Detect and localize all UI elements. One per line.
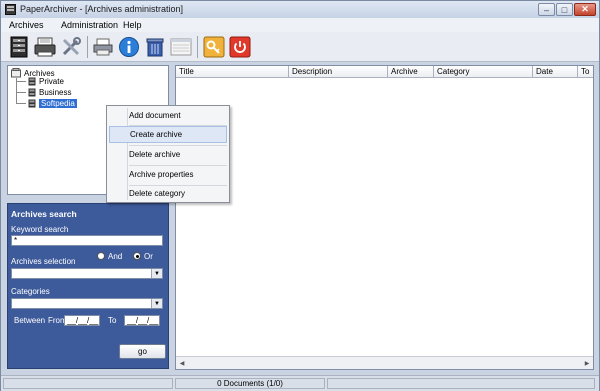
- tree-label: Business: [39, 88, 72, 97]
- archives-search-panel: Archives search Keyword search * Archive…: [7, 203, 169, 369]
- archives-root-icon: [11, 68, 21, 78]
- menu-item-add-document[interactable]: Add document: [109, 107, 227, 124]
- status-bar: 0 Documents (1/0): [1, 375, 599, 391]
- menu-item-archive-properties[interactable]: Archive properties: [109, 166, 227, 183]
- tree-item-business[interactable]: Business: [28, 88, 71, 97]
- tree-label: Private: [39, 77, 64, 86]
- scroll-right-icon[interactable]: ▶: [582, 358, 592, 368]
- recycle-bin-button[interactable]: [143, 35, 167, 59]
- title-bar[interactable]: PaperArchiver - [Archives administration…: [1, 1, 599, 19]
- keyword-label: Keyword search: [11, 225, 69, 234]
- exit-button[interactable]: [228, 35, 252, 59]
- horizontal-scrollbar[interactable]: ◀ ▶: [176, 356, 593, 369]
- column-header-to[interactable]: To: [578, 66, 593, 78]
- print-button[interactable]: [91, 35, 115, 59]
- toolbar: [1, 32, 599, 62]
- archive-cabinet-icon: [28, 99, 36, 108]
- toolbar-separator: [197, 36, 198, 58]
- tools-icon: [62, 37, 81, 56]
- or-label: Or: [144, 252, 153, 261]
- menu-administration[interactable]: Administration: [61, 20, 118, 30]
- tree-connector: [16, 81, 26, 82]
- keyword-search-input[interactable]: *: [11, 235, 163, 246]
- categories-label: Categories: [11, 287, 50, 296]
- between-label: Between: [14, 316, 46, 325]
- tools-button[interactable]: [59, 35, 83, 59]
- column-header-category[interactable]: Category: [434, 66, 533, 78]
- app-icon: [5, 4, 16, 15]
- app-window: PaperArchiver - [Archives administration…: [0, 0, 600, 391]
- status-cell: [3, 378, 173, 389]
- chevron-down-icon: ▼: [151, 299, 162, 308]
- go-button[interactable]: go: [119, 344, 166, 359]
- close-button[interactable]: ✕: [574, 3, 596, 16]
- key-button[interactable]: [202, 35, 226, 59]
- tree-item-private[interactable]: Private: [28, 77, 64, 86]
- context-menu: Add document Create archive Delete archi…: [106, 105, 230, 203]
- column-header-archive[interactable]: Archive: [388, 66, 434, 78]
- recycle-bin-icon: [146, 38, 164, 57]
- archives-selection-label: Archives selection: [11, 257, 76, 266]
- status-cell: [327, 378, 595, 389]
- or-radio[interactable]: [133, 252, 141, 260]
- tree-label-selected: Softpedia: [39, 99, 77, 108]
- categories-dropdown[interactable]: ▼: [11, 298, 163, 309]
- archives-tree-button[interactable]: [7, 35, 31, 59]
- chevron-down-icon: ▼: [151, 269, 162, 278]
- archive-cabinet-icon: [28, 77, 36, 86]
- minimize-icon: –: [543, 4, 549, 15]
- menu-item-create-archive[interactable]: Create archive: [109, 126, 227, 143]
- archives-tree-icon: [10, 36, 28, 58]
- info-button[interactable]: [117, 35, 141, 59]
- tree-item-softpedia[interactable]: Softpedia: [28, 99, 77, 108]
- to-label: To: [108, 316, 117, 325]
- status-text: 0 Documents (1/0): [217, 379, 283, 388]
- to-date-input[interactable]: __/__/__: [124, 315, 160, 326]
- scanner-icon: [34, 37, 56, 57]
- window-title: PaperArchiver - [Archives administration…: [20, 4, 184, 14]
- archive-cabinet-icon: [28, 88, 36, 97]
- toolbar-separator: [87, 36, 88, 58]
- window-icon: [170, 38, 192, 56]
- and-label: And: [108, 252, 123, 261]
- tree-connector: [16, 103, 26, 104]
- scanner-button[interactable]: [33, 35, 57, 59]
- column-header-title[interactable]: Title: [176, 66, 289, 78]
- menu-help[interactable]: Help: [123, 20, 142, 30]
- and-radio[interactable]: [97, 252, 105, 260]
- printer-icon: [93, 38, 113, 56]
- from-date-input[interactable]: __/__/__: [64, 315, 100, 326]
- menu-archives[interactable]: Archives: [9, 20, 44, 30]
- menu-bar: Archives Administration Help: [1, 18, 599, 32]
- status-documents-count: 0 Documents (1/0): [175, 378, 325, 389]
- close-icon: ✕: [581, 4, 589, 14]
- documents-list[interactable]: Title Description Archive Category Date …: [175, 65, 594, 370]
- column-header-date[interactable]: Date: [533, 66, 578, 78]
- menu-item-delete-category[interactable]: Delete category: [109, 185, 227, 202]
- tree-connector: [16, 92, 26, 93]
- maximize-icon: □: [561, 4, 568, 15]
- column-header-description[interactable]: Description: [289, 66, 388, 78]
- power-icon: [229, 36, 251, 58]
- scroll-left-icon[interactable]: ◀: [177, 358, 187, 368]
- maximize-button[interactable]: □: [556, 3, 573, 16]
- info-icon: [119, 37, 139, 57]
- menu-item-delete-archive[interactable]: Delete archive: [109, 146, 227, 163]
- archives-selection-dropdown[interactable]: ▼: [11, 268, 163, 279]
- window-button[interactable]: [169, 35, 193, 59]
- minimize-button[interactable]: –: [538, 3, 555, 16]
- key-icon: [203, 36, 225, 58]
- search-header: Archives search: [11, 209, 77, 219]
